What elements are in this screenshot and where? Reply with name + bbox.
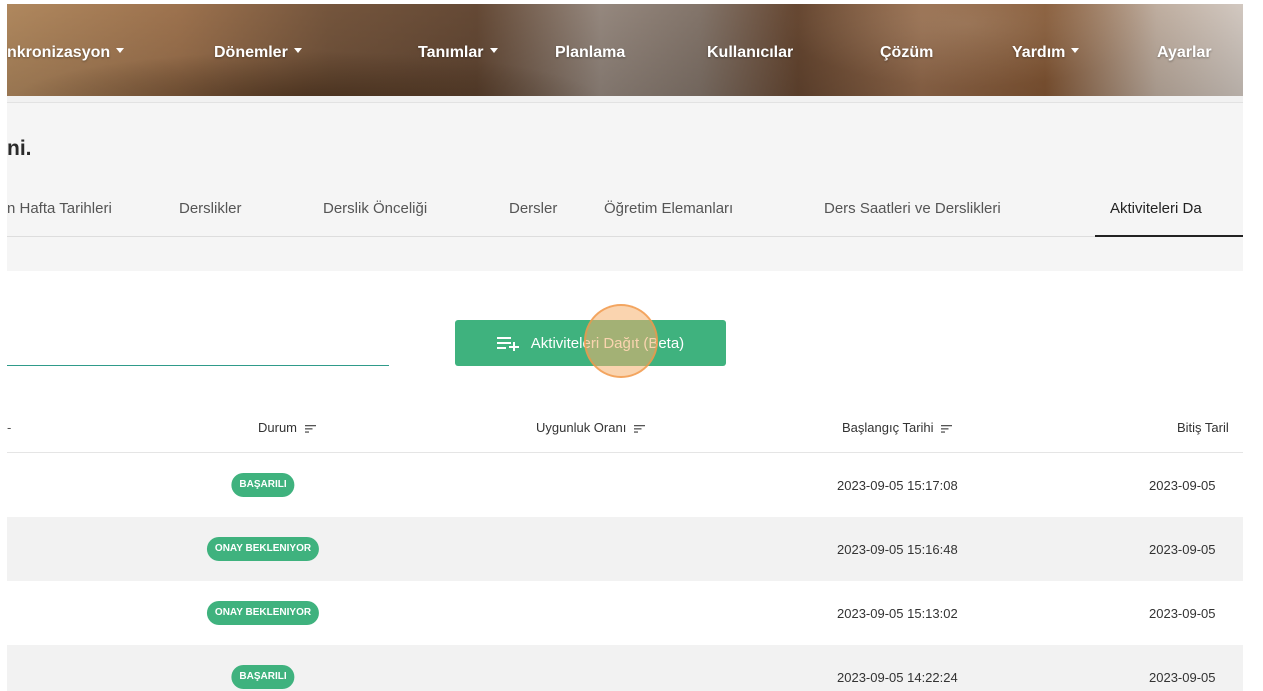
column-header-bitis-tarihi[interactable]: Bitiş Taril (1177, 420, 1229, 435)
activities-card: Aktiviteleri Dağıt (Beta) - Durum Uygunl… (7, 271, 1243, 691)
nav-item-tanimlar[interactable]: Tanımlar (418, 44, 498, 62)
tab-hafta-tarihleri[interactable]: n Hafta Tarihleri (7, 200, 112, 217)
nav-item-kullanicilar[interactable]: Kullanıcılar (707, 44, 793, 62)
table-row[interactable]: BAŞARILI 2023-09-05 15:17:08 2023-09-05 (7, 453, 1243, 517)
column-header-durum[interactable]: Durum (258, 420, 316, 436)
playlist-add-icon (496, 335, 519, 351)
column-header-baslangic-tarihi[interactable]: Başlangıç Tarihi (842, 420, 953, 436)
nav-label: Kullanıcılar (707, 44, 794, 61)
scroll-gutter (1243, 0, 1263, 691)
distribute-activities-button[interactable]: Aktiviteleri Dağıt (Beta) (455, 320, 726, 366)
end-date-cell: 2023-09-05 (1149, 542, 1216, 557)
nav-label: Planlama (555, 44, 626, 61)
status-badge: ONAY BEKLENIYOR (206, 537, 320, 561)
page-title: ni. (7, 137, 32, 160)
start-date-cell: 2023-09-05 14:22:24 (837, 670, 958, 685)
end-date-cell: 2023-09-05 (1149, 606, 1216, 621)
status-badge: BAŞARILI (231, 473, 295, 497)
nav-item-senkronizasyon[interactable]: nkronizasyon (7, 44, 125, 62)
nav-label: Ayarlar (1157, 44, 1212, 61)
end-date-cell: 2023-09-05 (1149, 478, 1216, 493)
sort-icon (633, 421, 645, 436)
distribute-button-label: Aktiviteleri Dağıt (Beta) (530, 334, 685, 352)
nav-item-ayarlar[interactable]: Ayarlar (1157, 44, 1212, 62)
column-header-label: Durum (258, 420, 298, 435)
sort-icon (941, 421, 953, 436)
table-row[interactable]: BAŞARILI 2023-09-05 14:22:24 2023-09-05 (7, 645, 1243, 691)
nav-item-yardim[interactable]: Yardım (1012, 44, 1080, 62)
caret-down-icon (1071, 48, 1080, 54)
caret-down-icon (293, 48, 302, 54)
tab-bar: n Hafta Tarihleri Derslikler Derslik Önc… (7, 200, 1243, 238)
nav-label: Çözüm (880, 44, 934, 61)
nav-item-donemler[interactable]: Dönemler (214, 44, 302, 62)
sort-icon (304, 421, 316, 436)
nav-item-planlama[interactable]: Planlama (555, 44, 625, 62)
start-date-cell: 2023-09-05 15:16:48 (837, 542, 958, 557)
nav-label: nkronizasyon (7, 44, 111, 61)
column-header-uygunluk-orani[interactable]: Uygunluk Oranı (536, 420, 645, 436)
column-header-label: Bitiş Taril (1177, 420, 1229, 435)
caret-down-icon (489, 48, 498, 54)
nav-label: Tanımlar (418, 44, 484, 61)
start-date-cell: 2023-09-05 15:13:02 (837, 606, 958, 621)
search-input-underline[interactable] (7, 365, 389, 366)
navbar-divider (7, 96, 1243, 103)
nav-label: Yardım (1012, 44, 1066, 61)
app-viewport: nkronizasyon Dönemler Tanımlar Planlama … (7, 4, 1243, 691)
status-badge: BAŞARILI (231, 665, 295, 689)
column-header-label: Uygunluk Oranı (536, 420, 627, 435)
tab-ogretim-elemanlari[interactable]: Öğretim Elemanları (604, 200, 733, 217)
end-date-cell: 2023-09-05 (1149, 670, 1216, 685)
tab-dersler[interactable]: Dersler (509, 200, 557, 217)
tab-aktiviteleri-dagit[interactable]: Aktiviteleri Da (1110, 200, 1202, 217)
nav-label: Dönemler (214, 44, 288, 61)
caret-down-icon (116, 48, 125, 54)
navbar: nkronizasyon Dönemler Tanımlar Planlama … (7, 4, 1243, 96)
table-row[interactable]: ONAY BEKLENIYOR 2023-09-05 15:16:48 2023… (7, 517, 1243, 581)
tab-derslik-onceligi[interactable]: Derslik Önceliği (323, 200, 427, 217)
start-date-cell: 2023-09-05 15:17:08 (837, 478, 958, 493)
status-badge: ONAY BEKLENIYOR (206, 601, 320, 625)
column-header-label: Başlangıç Tarihi (842, 420, 934, 435)
tab-ders-saatleri-ve-derslikleri[interactable]: Ders Saatleri ve Derslikleri (824, 200, 1001, 217)
column-header-partial: - (7, 420, 12, 435)
tabs-divider (7, 236, 1243, 237)
table-row[interactable]: ONAY BEKLENIYOR 2023-09-05 15:13:02 2023… (7, 581, 1243, 645)
tab-derslikler[interactable]: Derslikler (179, 200, 242, 217)
nav-item-cozum[interactable]: Çözüm (880, 44, 933, 62)
active-tab-indicator (1095, 235, 1243, 237)
